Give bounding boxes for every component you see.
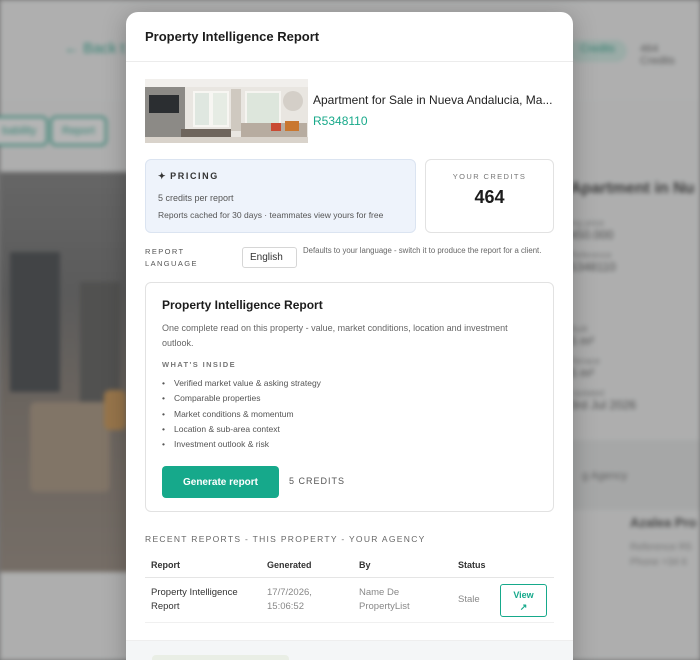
report-language-label: REPORT LANGUAGE xyxy=(145,247,198,268)
by-line: PropertyList xyxy=(359,601,410,612)
list-item: Location & sub-area context xyxy=(162,422,537,438)
report-language-select[interactable]: English xyxy=(242,247,297,268)
status-badge: Stale xyxy=(458,594,480,605)
generate-report-button[interactable]: Generate report xyxy=(162,466,279,498)
by-line: Name De xyxy=(359,587,400,598)
external-link-icon: ↗ xyxy=(519,601,528,612)
listing-photo xyxy=(145,79,308,143)
table-row: Property Intelligence Report 17/7/2026, … xyxy=(145,578,554,623)
report-name-line: Report xyxy=(151,601,180,612)
whats-inside-label: WHAT'S INSIDE xyxy=(162,360,237,369)
column-report: Report xyxy=(151,560,180,570)
pricing-heading: ✦ PRICING xyxy=(158,171,403,182)
generated-time: 15:06:52 xyxy=(267,601,304,612)
listing-title: Apartment for Sale in Nueva Andalucia, M… xyxy=(313,93,553,107)
report-name-cell: Property Intelligence Report xyxy=(151,586,238,614)
credits-label: YOUR CREDITS xyxy=(452,172,527,181)
view-report-label: View xyxy=(513,589,534,600)
report-card-title: Property Intelligence Report xyxy=(162,298,323,312)
recent-reports-table: Report Generated By Status Property Inte… xyxy=(145,556,554,623)
column-generated: Generated xyxy=(267,560,312,570)
pricing-panel: ✦ PRICING 5 credits per report Reports ca… xyxy=(145,159,416,233)
footer-button[interactable] xyxy=(152,655,289,660)
credits-value: 464 xyxy=(474,187,505,207)
report-name-line: Property Intelligence xyxy=(151,587,238,598)
generated-date: 17/7/2026, xyxy=(267,587,312,598)
table-header: Report Generated By Status xyxy=(145,556,554,578)
modal-footer xyxy=(126,640,573,660)
report-card: Property Intelligence Report One complet… xyxy=(145,282,554,512)
report-language-hint: Defaults to your language - switch it to… xyxy=(303,246,542,255)
list-item: Verified market value & asking strategy xyxy=(162,376,537,392)
generated-cell: 17/7/2026, 15:06:52 xyxy=(267,586,312,614)
view-report-button[interactable]: View ↗ xyxy=(500,584,547,617)
column-by: By xyxy=(359,560,371,570)
modal-title: Property Intelligence Report xyxy=(126,12,573,62)
list-item: Comparable properties xyxy=(162,391,537,407)
sparkle-icon: ✦ xyxy=(158,171,168,181)
credits-panel: YOUR CREDITS 464 xyxy=(425,159,554,233)
pricing-heading-text: PRICING xyxy=(170,171,219,181)
column-status: Status xyxy=(458,560,486,570)
report-modal: Property Intelligence Report Apartment f… xyxy=(126,12,573,660)
list-item: Investment outlook & risk xyxy=(162,437,537,453)
listing-thumbnail xyxy=(145,79,308,143)
listing-summary: Apartment for Sale in Nueva Andalucia, M… xyxy=(145,79,555,143)
pricing-cost-text: 5 credits per report xyxy=(158,193,234,203)
generate-cost-label: 5 CREDITS xyxy=(289,476,346,486)
by-cell: Name De PropertyList xyxy=(359,586,410,614)
listing-reference[interactable]: R5348110 xyxy=(313,114,368,128)
whats-inside-list: Verified market value & asking strategy … xyxy=(162,376,537,453)
report-card-description: One complete read on this property - val… xyxy=(162,323,508,348)
list-item: Market conditions & momentum xyxy=(162,407,537,423)
recent-reports-heading: RECENT REPORTS - THIS PROPERTY - YOUR AG… xyxy=(145,534,426,544)
pricing-cache-text: Reports cached for 30 days · teammates v… xyxy=(158,210,384,220)
